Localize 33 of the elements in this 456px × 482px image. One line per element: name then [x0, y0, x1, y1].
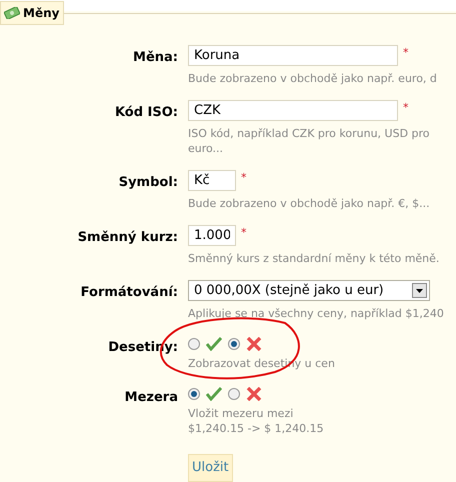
required-mark: * — [403, 45, 408, 61]
field-hint: Aplikuje se na všechny ceny, například $1,240 — [188, 306, 445, 321]
field-hint: Směnný kurs z standardní měny k této měně. — [188, 251, 440, 266]
cross-icon — [246, 337, 262, 351]
text-field[interactable]: Kč — [188, 170, 236, 191]
required-mark: * — [241, 170, 246, 186]
field-hint: Bude zobrazeno v obchodě jako např. euro, d — [188, 71, 438, 86]
section-legend: Měny — [0, 1, 64, 25]
check-icon — [206, 387, 222, 401]
save-button[interactable]: Uložit — [188, 454, 233, 482]
required-mark: * — [403, 100, 408, 116]
caret-icon — [416, 288, 423, 292]
text-field[interactable]: 1.000 — [188, 225, 236, 246]
radio-button[interactable] — [188, 338, 200, 350]
radio-button[interactable] — [228, 338, 240, 350]
field-hint: Bude zobrazeno v obchodě jako např. €, $... — [188, 196, 431, 211]
cross-icon — [246, 387, 262, 401]
text-field[interactable]: CZK — [188, 100, 398, 121]
field-hint: Vložit mezeru mezi $1,240.15 -> $ 1,240.15 — [188, 406, 325, 436]
field-label: Kód ISO: — [114, 104, 179, 122]
field-label: Symbol: — [118, 174, 179, 192]
field-hint: ISO kód, například CZK pro korunu, USD pro euro... — [188, 126, 431, 156]
field-label: Měna: — [132, 49, 179, 67]
radio-button[interactable] — [228, 388, 240, 400]
field-label: Směnný kurz: — [76, 229, 179, 247]
field-label: Formátování: — [80, 284, 179, 302]
check-icon — [206, 337, 222, 351]
required-mark: * — [241, 225, 246, 241]
field-label: Mezera — [124, 389, 179, 407]
format-dropdown[interactable]: 0 000,00X (stejně jako u eur) — [188, 280, 430, 301]
radio-button[interactable] — [188, 388, 200, 400]
text-field[interactable]: Koruna — [188, 45, 398, 66]
banknote-icon — [4, 7, 20, 19]
